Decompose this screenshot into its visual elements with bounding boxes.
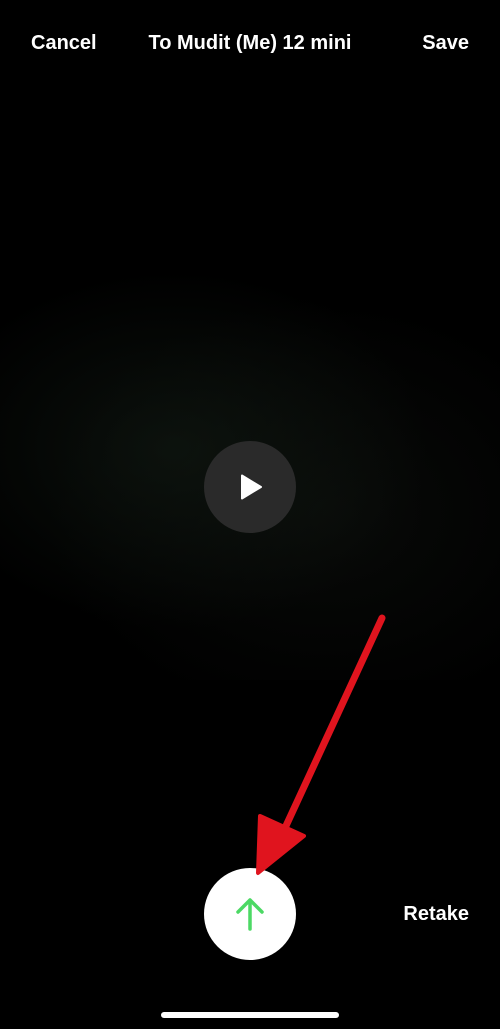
cancel-button[interactable]: Cancel [31, 32, 97, 55]
play-button[interactable] [204, 441, 296, 533]
annotation-arrow-head [256, 814, 306, 875]
home-indicator [161, 1012, 339, 1018]
top-bar: Cancel To Mudit (Me) 12 mini Save [0, 0, 500, 88]
save-button[interactable]: Save [422, 32, 469, 55]
retake-button[interactable]: Retake [403, 903, 469, 926]
video-review-screen: Cancel To Mudit (Me) 12 mini Save Retake [0, 0, 500, 1029]
send-button[interactable] [204, 868, 296, 960]
arrow-up-icon [236, 898, 264, 931]
play-icon [241, 474, 262, 500]
